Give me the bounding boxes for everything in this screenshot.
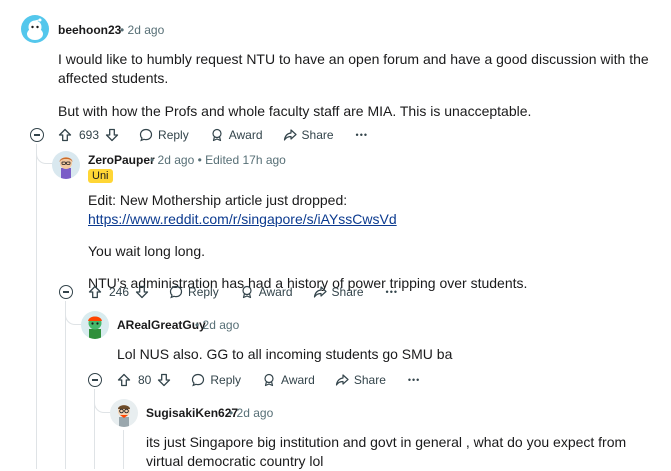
- collapse-icon[interactable]: [30, 128, 44, 142]
- thread-line: [36, 144, 37, 469]
- share-label: Share: [301, 128, 334, 142]
- award-label: Award: [228, 128, 263, 142]
- comment-paragraph: Lol NUS also. GG to all incoming student…: [117, 346, 453, 362]
- award-icon: [210, 128, 224, 142]
- comment-paragraph: its just Singapore big institution and g…: [146, 434, 627, 469]
- reply-label: Reply: [188, 285, 219, 299]
- reply-icon: [169, 285, 183, 299]
- award-icon: [262, 373, 276, 387]
- comment-body: Edit: New Mothership article just droppe…: [88, 191, 658, 293]
- thread-line: [65, 301, 66, 469]
- downvote-icon[interactable]: [105, 128, 119, 142]
- avatar[interactable]: [21, 15, 49, 43]
- mothership-article-link[interactable]: https://www.reddit.com/r/singapore/s/iAY…: [88, 211, 397, 227]
- reply-label: Reply: [210, 373, 242, 387]
- avatar[interactable]: [81, 311, 109, 339]
- reply-button[interactable]: Reply: [169, 285, 219, 299]
- reply-label: Reply: [158, 128, 189, 142]
- share-button[interactable]: Share: [283, 128, 334, 142]
- comment-meta: • 2d ago: [195, 318, 240, 332]
- share-button[interactable]: Share: [313, 285, 364, 299]
- comment-meta: • 2d ago: [229, 406, 274, 420]
- upvote-icon[interactable]: [58, 128, 72, 142]
- collapse-icon[interactable]: [88, 373, 102, 387]
- comment-paragraph: But with how the Profs and whole faculty…: [58, 103, 532, 119]
- award-icon: [240, 285, 254, 299]
- share-icon: [335, 373, 349, 387]
- share-icon: [313, 285, 327, 299]
- downvote-icon[interactable]: [135, 285, 149, 299]
- username[interactable]: ARealGreatGuy: [117, 318, 206, 332]
- share-label: Share: [331, 285, 364, 299]
- collapse-icon[interactable]: [59, 285, 73, 299]
- downvote-icon[interactable]: [157, 373, 171, 387]
- avatar[interactable]: [52, 151, 80, 179]
- share-button[interactable]: Share: [335, 373, 386, 387]
- username[interactable]: beehoon23: [58, 23, 121, 37]
- more-icon[interactable]: •••: [356, 130, 368, 140]
- action-bar: 246 Reply Award Share •••: [88, 282, 398, 302]
- reply-icon: [139, 128, 153, 142]
- thread-elbow: [94, 390, 111, 413]
- comment-paragraph: Edit: New Mothership article just droppe…: [88, 191, 658, 229]
- action-bar: 693 Reply Award Share •••: [58, 125, 368, 145]
- upvote-icon[interactable]: [117, 373, 131, 387]
- vote-count: 80: [138, 373, 152, 387]
- reply-button[interactable]: Reply: [191, 373, 241, 387]
- user-flair: Uni: [88, 169, 113, 183]
- reply-icon: [191, 373, 205, 387]
- more-icon[interactable]: •••: [386, 287, 398, 297]
- username[interactable]: SugisakiKen627: [146, 406, 238, 420]
- username[interactable]: ZeroPauper: [88, 153, 155, 167]
- thread-elbow: [36, 145, 53, 164]
- vote-count: 246: [109, 285, 130, 299]
- comment-meta: • 2d ago • Edited 17h ago: [150, 153, 286, 167]
- award-label: Award: [258, 285, 293, 299]
- upvote-icon[interactable]: [88, 285, 102, 299]
- award-button[interactable]: Award: [210, 128, 263, 142]
- edit-text: Edit: New Mothership article just droppe…: [88, 192, 348, 208]
- comment-body: its just Singapore big institution and g…: [146, 433, 646, 471]
- share-label: Share: [353, 373, 386, 387]
- comment-body: I would like to humbly request NTU to ha…: [58, 50, 658, 121]
- comment-meta: • 2d ago: [120, 23, 165, 37]
- comment-paragraph: I would like to humbly request NTU to ha…: [58, 51, 649, 86]
- share-icon: [283, 128, 297, 142]
- action-bar: 80 Reply Award Share •••: [117, 370, 420, 390]
- avatar[interactable]: [110, 399, 138, 427]
- award-button[interactable]: Award: [262, 373, 315, 387]
- thread-elbow: [65, 302, 82, 325]
- award-label: Award: [281, 373, 315, 387]
- thread-line: [123, 430, 124, 469]
- more-icon[interactable]: •••: [408, 375, 420, 385]
- award-button[interactable]: Award: [240, 285, 293, 299]
- comment-paragraph: You wait long long.: [88, 243, 206, 259]
- comment-body: Lol NUS also. GG to all incoming student…: [117, 345, 657, 364]
- reply-button[interactable]: Reply: [139, 128, 189, 142]
- vote-count: 693: [79, 128, 100, 142]
